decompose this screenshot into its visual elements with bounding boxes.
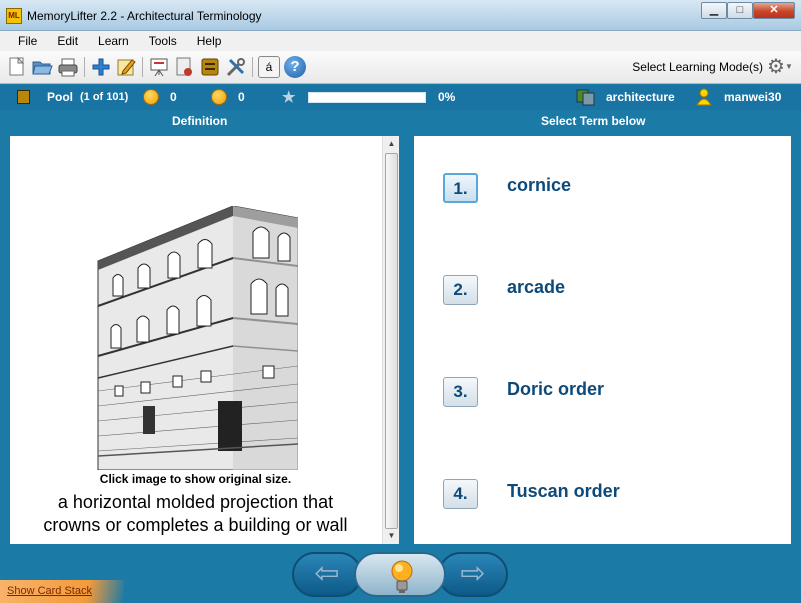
answer-number-button-4[interactable]: 4. (443, 479, 478, 509)
menu-learn[interactable]: Learn (88, 31, 139, 51)
progress-text: 0% (438, 90, 456, 104)
dictionary-icon (576, 88, 596, 106)
answer-number-button-1[interactable]: 1. (443, 173, 478, 203)
pool-box-icon (17, 90, 30, 104)
app-icon: ML (6, 8, 22, 24)
menu-tools[interactable]: Tools (139, 31, 187, 51)
user-name[interactable]: manwei30 (724, 90, 781, 104)
menu-edit[interactable]: Edit (47, 31, 88, 51)
hint-button[interactable] (354, 552, 446, 597)
progress-bar (308, 92, 426, 103)
answer-term-3[interactable]: Doric order (507, 379, 604, 400)
answer-option-1[interactable]: 1. cornice (443, 173, 743, 203)
tools-icon[interactable] (225, 56, 247, 78)
dictionary-name[interactable]: architecture (606, 90, 675, 104)
add-card-icon[interactable] (90, 56, 112, 78)
menu-bar: File Edit Learn Tools Help (0, 31, 801, 51)
definition-panel: Click image to show original size. a hor… (10, 136, 399, 544)
answer-option-2[interactable]: 2. arcade (443, 275, 743, 305)
answer-number-button-2[interactable]: 2. (443, 275, 478, 305)
gear-icon[interactable]: ⚙▼ (767, 56, 793, 78)
answer-number-button-3[interactable]: 3. (443, 377, 478, 407)
show-card-stack-link[interactable]: Show Card Stack (7, 585, 92, 597)
minimize-button[interactable]: ▁ (701, 2, 727, 19)
show-card-stack-tab: Show Card Stack (0, 580, 124, 603)
special-char-icon[interactable]: á (258, 56, 280, 78)
select-term-header: Select Term below (541, 114, 646, 128)
card-navigation: ⇦ ⇨ (292, 552, 508, 597)
definition-line-1: a horizontal molded projection that (57, 492, 334, 512)
print-icon[interactable] (57, 56, 79, 78)
definition-header: Definition (172, 114, 228, 128)
status-bar: Pool (1 of 101) 0 0 ★ 0% architecture ma… (0, 85, 801, 110)
definition-text: a horizontal molded projection that crow… (10, 491, 381, 537)
window-title: MemoryLifter 2.2 - Architectural Termino… (27, 9, 262, 23)
back-arrow-button[interactable]: ⇦ (292, 552, 362, 597)
new-icon[interactable] (6, 56, 28, 78)
open-icon[interactable] (31, 56, 53, 78)
definition-line-2: crowns or completes a building or wall (43, 515, 348, 535)
pool-label: Pool (47, 90, 73, 104)
close-button[interactable]: ✕ (753, 2, 795, 19)
correct-count: 0 (170, 90, 177, 104)
help-icon[interactable]: ? (284, 56, 306, 78)
select-learning-mode-label[interactable]: Select Learning Mode(s) (632, 60, 763, 74)
building-image[interactable] (93, 205, 299, 471)
pool-count: (1 of 101) (80, 91, 129, 103)
next-arrow-button[interactable]: ⇨ (438, 552, 508, 597)
maximize-button[interactable]: □ (727, 2, 753, 19)
answer-option-3[interactable]: 3. Doric order (443, 377, 743, 407)
box-icon[interactable] (199, 56, 221, 78)
menu-file[interactable]: File (8, 31, 47, 51)
answer-term-1[interactable]: cornice (507, 175, 571, 196)
edit-icon[interactable] (115, 56, 137, 78)
user-icon (696, 88, 712, 106)
wrong-count: 0 (238, 90, 245, 104)
presentation-icon[interactable] (148, 56, 170, 78)
scroll-down-arrow[interactable]: ▼ (383, 528, 400, 544)
scroll-thumb[interactable] (385, 153, 398, 529)
title-bar: ML MemoryLifter 2.2 - Architectural Term… (0, 0, 801, 31)
answer-term-4[interactable]: Tuscan order (507, 481, 620, 502)
click-image-hint: Click image to show original size. (99, 472, 292, 486)
answer-option-4[interactable]: 4. Tuscan order (443, 479, 743, 509)
correct-smiley-icon (143, 89, 159, 105)
scroll-up-arrow[interactable]: ▲ (383, 136, 400, 152)
answers-panel: 1. cornice 2. arcade 3. Doric order 4. T… (414, 136, 791, 544)
definition-scrollbar[interactable]: ▲ ▼ (382, 136, 399, 544)
menu-help[interactable]: Help (187, 31, 232, 51)
lightbulb-icon (391, 560, 413, 593)
answer-term-2[interactable]: arcade (507, 277, 565, 298)
toolbar: á ? Select Learning Mode(s) ⚙▼ (0, 51, 801, 84)
wrong-smiley-icon (211, 89, 227, 105)
bottom-bar: ⇦ ⇨ Show Card Stack (0, 546, 801, 603)
statistics-icon[interactable] (173, 56, 195, 78)
star-icon: ★ (282, 89, 296, 106)
